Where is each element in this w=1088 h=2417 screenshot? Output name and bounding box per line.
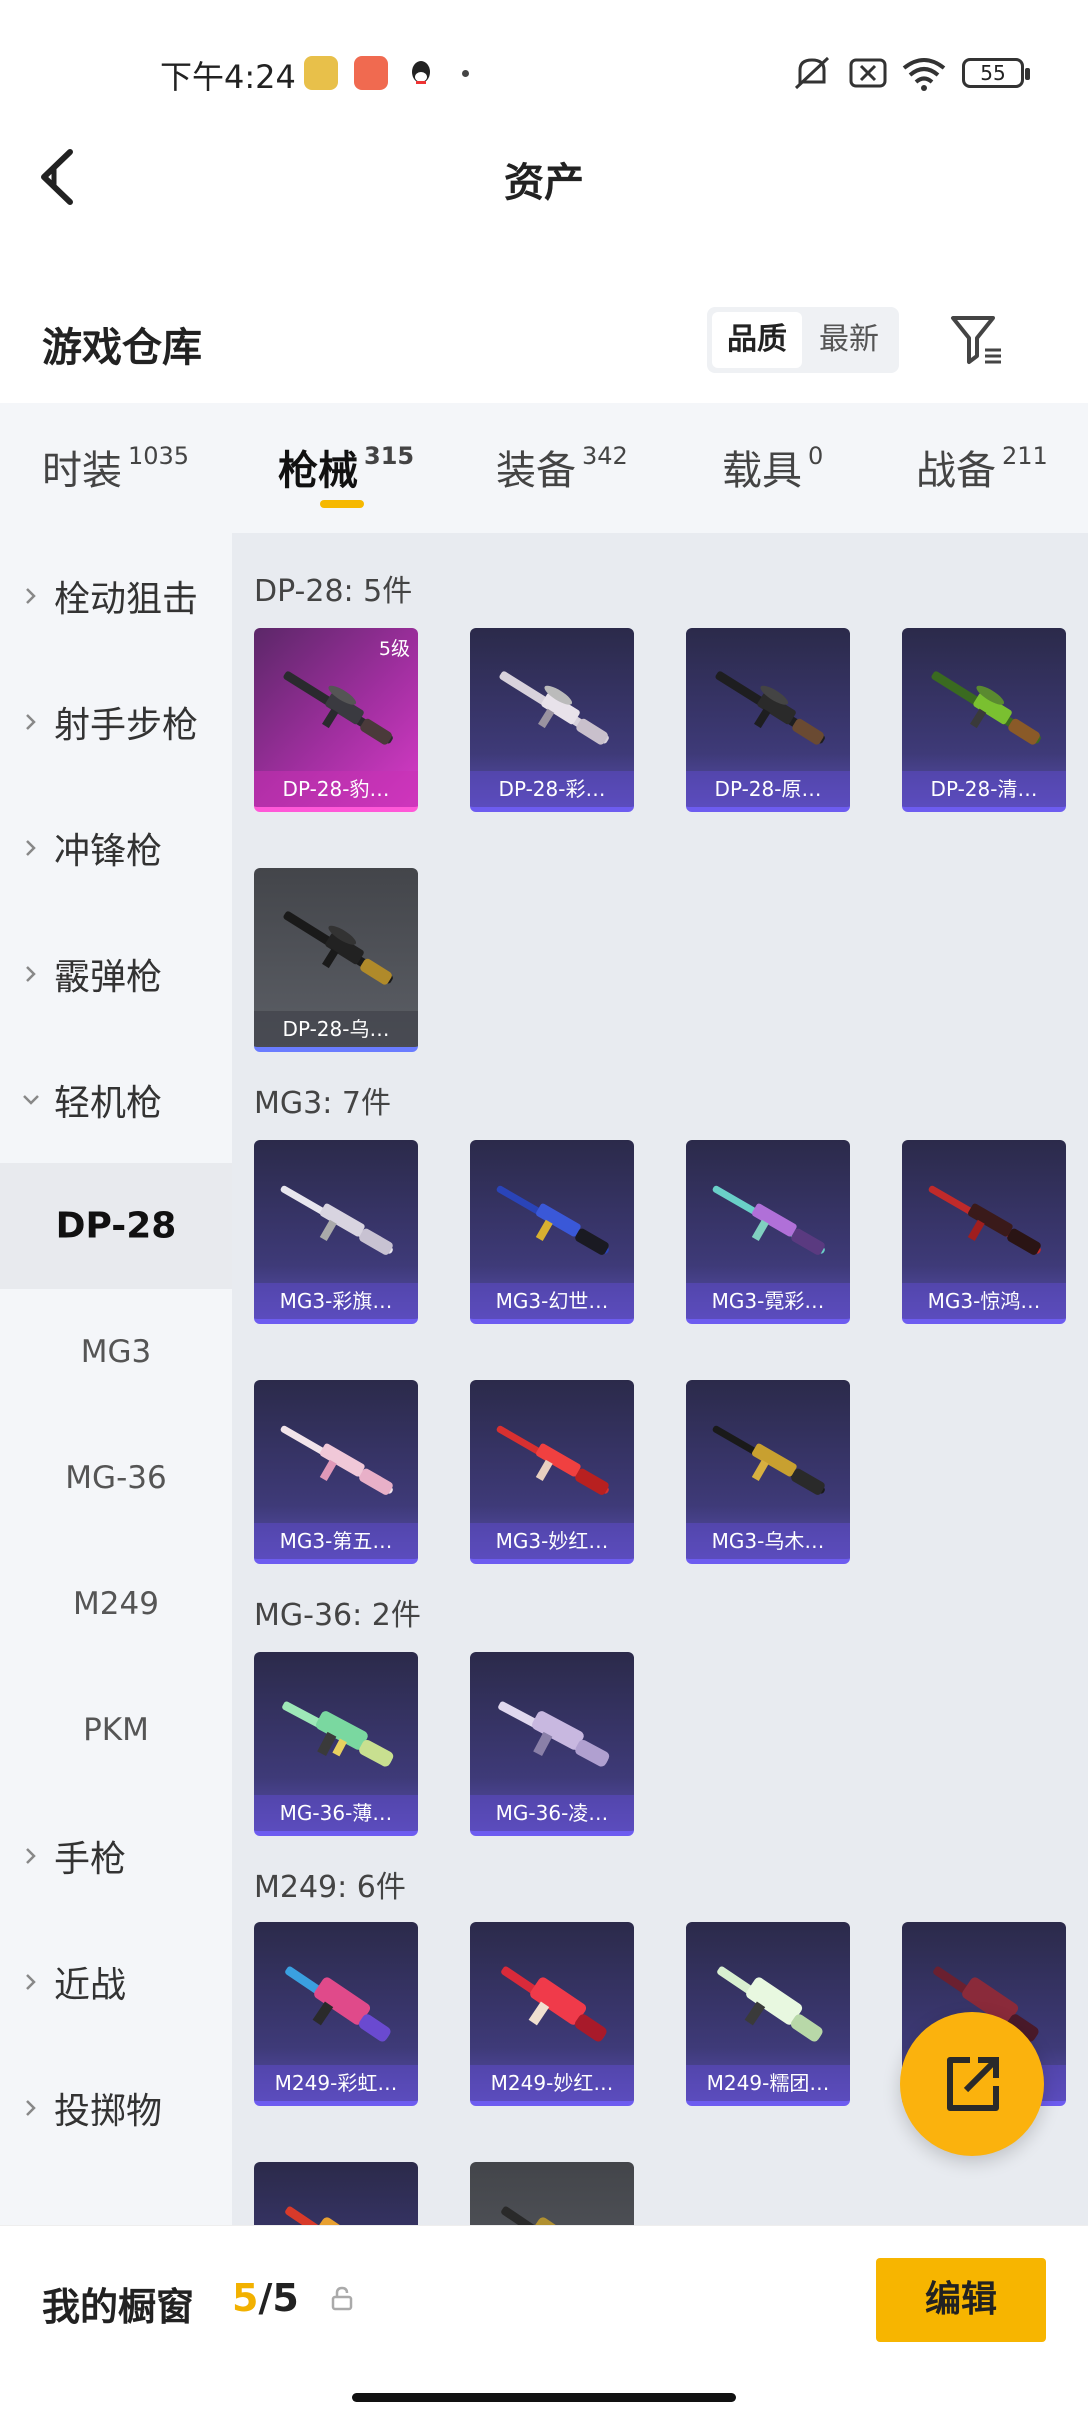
lmg-skin-image [712,1185,825,1255]
no-sim-icon [849,58,887,88]
lmg-skin-image [712,1425,825,1495]
weapon-card[interactable]: MG-36-凌… [470,1652,634,1836]
weapon-card[interactable]: M249-糯团… [686,1922,850,2106]
sort-toggle: 品质 最新 [707,307,899,373]
battery-indicator: 55 [962,58,1030,88]
weapon-category-sidebar: 栓动狙击 射手步枪 冲锋枪 霰弹枪 轻机枪 DP-28 MG3 MG-36 M2… [0,533,232,2233]
weapon-card[interactable]: DP-28-乌… [254,868,418,1052]
lmg-skin-image [928,1185,1041,1255]
page-title: 资产 [504,160,584,206]
lmg-skin-image [499,671,609,745]
sidebar-item-mg36[interactable]: MG-36 [0,1415,232,1541]
chevron-right-icon [26,1848,36,1864]
chevron-right-icon [26,588,36,604]
weapon-card[interactable]: DP-28-彩… [470,628,634,812]
sidebar-item-marksman-rifle[interactable]: 射手步枪 [0,659,232,785]
wifi-icon [902,58,946,91]
weapon-card[interactable]: 5级 DP-28-豹… [254,628,418,812]
sidebar-item-m249[interactable]: M249 [0,1541,232,1667]
sort-by-newest[interactable]: 最新 [804,312,894,368]
weapon-card[interactable]: MG3-惊鸿… [902,1140,1066,1324]
weapon-card[interactable]: M249-妙红… [470,1922,634,2106]
qq-icon [404,56,438,90]
external-link-icon [947,2057,999,2111]
sidebar-item-throwable[interactable]: 投掷物 [0,2045,232,2171]
sidebar-item-pistol[interactable]: 手枪 [0,1793,232,1919]
lock-icon [331,2286,353,2311]
weapon-card[interactable]: DP-28-原… [686,628,850,812]
lmg-skin-image [285,1966,391,2042]
lmg-skin-image [498,1701,610,1767]
weapon-card[interactable]: MG-36-薄… [254,1652,418,1836]
app-notification-icon [304,56,338,90]
sidebar-item-lmg[interactable]: 轻机枪 [0,1037,232,1163]
lmg-skin-image [717,1966,823,2042]
mute-icon [794,56,830,90]
weapon-card[interactable]: DP-28-清… [902,628,1066,812]
weapon-card[interactable]: MG3-乌木… [686,1380,850,1564]
lmg-skin-image [280,1425,393,1495]
tab-vehicles[interactable]: 载具 0 [722,438,823,496]
home-indicator[interactable] [352,2393,736,2402]
active-tab-indicator [320,500,364,508]
chevron-right-icon [26,714,36,730]
sort-by-quality[interactable]: 品质 [712,312,802,368]
lmg-skin-image [283,911,393,985]
lmg-skin-image [283,671,393,745]
chevron-down-icon [23,1095,39,1105]
weapon-card[interactable]: M249-彩虹… [254,1922,418,2106]
chevron-right-icon [26,840,36,856]
tab-firearms[interactable]: 枪械 315 [278,438,414,496]
tab-outfits[interactable]: 时装 1035 [42,438,189,496]
weapon-card[interactable]: MG3-妙红… [470,1380,634,1564]
sidebar-item-dp28[interactable]: DP-28 [0,1163,232,1289]
share-fab[interactable] [900,2012,1044,2156]
showcase-label: 我的橱窗 [42,2285,195,2329]
sidebar-item-mg3[interactable]: MG3 [0,1289,232,1415]
group-title-m249: M249: 6件 [254,1870,406,1905]
status-time: 下午4:24 [160,58,296,96]
sidebar-item-smg[interactable]: 冲锋枪 [0,785,232,911]
edit-button[interactable]: 编辑 [876,2258,1046,2342]
warehouse-title: 游戏仓库 [42,325,202,371]
lmg-skin-image [496,1185,609,1255]
chevron-right-icon [26,2100,36,2116]
chevron-right-icon [26,966,36,982]
weapon-card[interactable]: MG3-彩旗… [254,1140,418,1324]
sidebar-item-pkm[interactable]: PKM [0,1667,232,1793]
sidebar-item-melee[interactable]: 近战 [0,1919,232,2045]
group-title-dp28: DP-28: 5件 [254,574,413,609]
weapon-card[interactable]: MG3-第五… [254,1380,418,1564]
lmg-skin-image [282,1701,394,1767]
group-title-mg36: MG-36: 2件 [254,1598,421,1633]
tab-equipment[interactable]: 装备 342 [496,438,628,496]
sidebar-item-bolt-sniper[interactable]: 栓动狙击 [0,533,232,659]
more-notifications-icon [462,70,469,77]
lmg-skin-image [496,1425,609,1495]
lmg-skin-image [501,1966,607,2042]
weapon-card[interactable]: MG3-霓彩… [686,1140,850,1324]
chevron-right-icon [26,1974,36,1990]
status-bar: 下午4:24 55 [0,0,1088,150]
app-notification-icon [354,56,388,90]
filter-icon[interactable] [947,310,1007,370]
lmg-skin-image [280,1185,393,1255]
lmg-skin-image [931,671,1041,745]
group-title-mg3: MG3: 7件 [254,1086,391,1121]
sidebar-item-shotgun[interactable]: 霰弹枪 [0,911,232,1037]
lmg-skin-image [715,671,825,745]
tab-supplies[interactable]: 战备 211 [916,438,1048,496]
showcase-count: 5/5 [232,2276,299,2320]
weapon-card[interactable]: MG3-幻世… [470,1140,634,1324]
